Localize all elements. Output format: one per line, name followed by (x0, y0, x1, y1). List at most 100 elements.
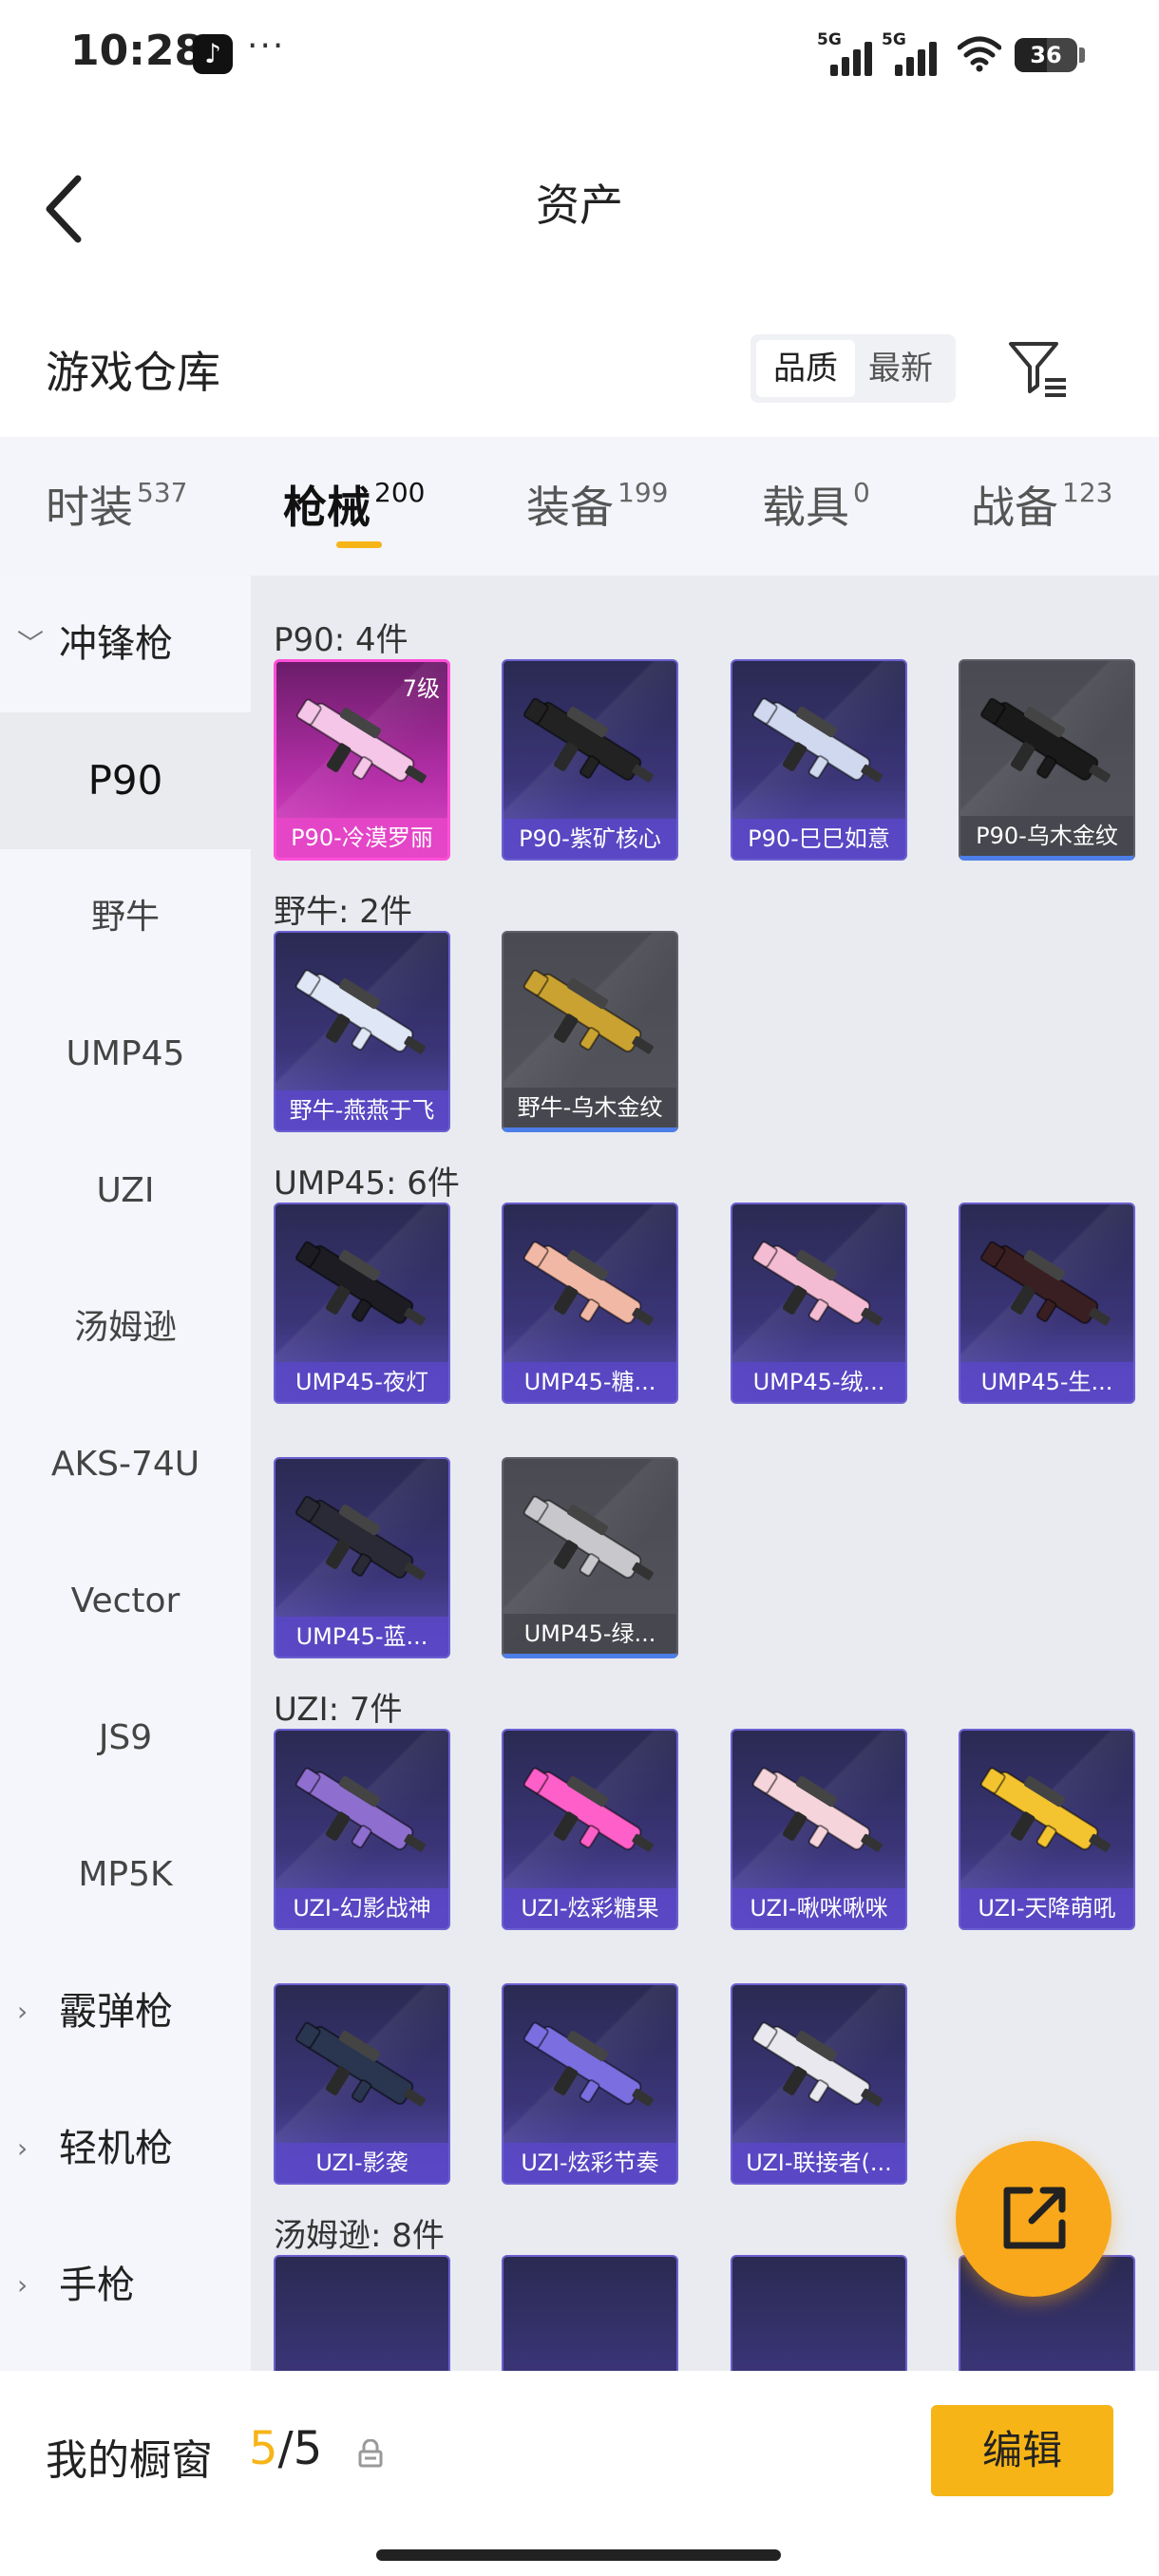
sort-newest-button[interactable]: 最新 (851, 340, 950, 397)
sidebar-group-shotgun[interactable]: › 霰弹枪 (0, 1943, 251, 2080)
weapon-card[interactable]: P90-巳巳如意 (731, 659, 907, 861)
section-title: P90: 4件 (274, 621, 408, 659)
sidebar-item-vector[interactable]: Vector (0, 1533, 251, 1670)
weapon-card[interactable]: P90-紫矿核心 (502, 659, 678, 861)
showcase-separator: / (277, 2422, 294, 2475)
tab-outfits[interactable]: 时装 537 (46, 473, 187, 549)
weapon-name: UZI-天降萌吼 (960, 1888, 1133, 1928)
weapon-card[interactable]: 7级 P90-冷漠罗丽 (274, 659, 450, 861)
section-title: UZI: 7件 (274, 1691, 403, 1729)
showcase-count: 5/5 (249, 2422, 322, 2475)
section-title: UMP45: 6件 (274, 1165, 460, 1203)
home-indicator[interactable] (376, 2549, 781, 2561)
weapon-image-icon (522, 697, 654, 783)
sidebar-item-p90[interactable]: P90 (0, 712, 251, 849)
sort-quality-button[interactable]: 品质 (756, 340, 855, 397)
tab-label: 战备 (971, 482, 1058, 533)
weapon-card[interactable]: UMP45-夜灯 (274, 1203, 450, 1404)
weapon-image-icon (751, 1241, 883, 1326)
weapon-card[interactable]: 野牛-乌木金纹 (502, 931, 678, 1132)
weapon-card[interactable]: UZI-联接者(... (731, 1983, 907, 2185)
sidebar-group-label: 手枪 (59, 2263, 135, 2307)
weapon-card[interactable] (731, 2255, 907, 2371)
external-link-icon (1003, 2187, 1066, 2249)
weapon-name: UZI-影袭 (276, 2143, 448, 2183)
sidebar-item-ump45[interactable]: UMP45 (0, 986, 251, 1123)
sidebar-group-label: 轻机枪 (59, 2127, 173, 2170)
tab-equipment[interactable]: 装备 199 (526, 473, 668, 549)
weapon-name: UMP45-绒... (732, 1362, 905, 1402)
weapon-name: UZI-啾咪啾咪 (732, 1888, 905, 1928)
tab-label: 载具 (762, 482, 849, 533)
cellular-signal-icon-2: 5G (882, 30, 958, 76)
weapon-card[interactable] (502, 2255, 678, 2371)
showcase-current: 5 (249, 2422, 278, 2475)
battery-icon: 36 (1015, 38, 1077, 72)
weapon-card[interactable]: P90-乌木金纹 (959, 659, 1135, 861)
weapon-type-sidebar: ﹀ 冲锋枪 P90 野牛 UMP45 UZI 汤姆逊 AKS-74U Vecto… (0, 576, 251, 2371)
sidebar-group-smg[interactable]: ﹀ 冲锋枪 (0, 576, 251, 712)
app-header: 资产 (0, 123, 1159, 285)
weapon-card[interactable]: UZI-炫彩糖果 (502, 1729, 678, 1930)
weapon-card[interactable]: UMP45-生... (959, 1203, 1135, 1404)
tab-gear[interactable]: 战备 123 (971, 473, 1112, 549)
sort-toggle: 品质 最新 (750, 334, 956, 403)
weapon-card[interactable]: UZI-影袭 (274, 1983, 450, 2185)
tab-count: 199 (618, 477, 669, 508)
chevron-down-icon: ﹀ (17, 628, 45, 659)
weapon-image-icon (294, 1495, 426, 1581)
weapon-card[interactable]: UZI-天降萌吼 (959, 1729, 1135, 1930)
tab-count: 0 (853, 477, 870, 508)
weapon-card[interactable]: 野牛-燕燕于飞 (274, 931, 450, 1132)
sidebar-item-mp5k[interactable]: MP5K (0, 1807, 251, 1943)
showcase-total: 5 (293, 2422, 323, 2475)
weapon-card[interactable]: UZI-啾咪啾咪 (731, 1729, 907, 1930)
tab-label: 枪械 (283, 482, 370, 533)
weapon-name: P90-乌木金纹 (960, 816, 1133, 856)
lock-icon (358, 2439, 383, 2468)
weapon-card[interactable]: UMP45-绒... (731, 1203, 907, 1404)
sidebar-item-uzi[interactable]: UZI (0, 1123, 251, 1260)
sidebar-group-label: 冲锋枪 (59, 622, 173, 666)
weapon-image-icon (294, 969, 426, 1054)
weapon-name: UZI-炫彩节奏 (504, 2143, 676, 2183)
battery-tip (1079, 47, 1085, 63)
tab-vehicles[interactable]: 载具 0 (762, 473, 870, 549)
weapon-card[interactable]: UMP45-糖... (502, 1203, 678, 1404)
sidebar-item-js9[interactable]: JS9 (0, 1670, 251, 1807)
filter-list-icon[interactable] (1007, 338, 1070, 401)
weapon-name: 野牛-燕燕于飞 (276, 1090, 448, 1130)
tab-label: 时装 (46, 482, 133, 533)
weapon-image-icon (294, 1241, 426, 1326)
weapon-name: UMP45-糖... (504, 1362, 676, 1402)
battery-level: 36 (1030, 42, 1062, 68)
chevron-right-icon: › (17, 2269, 28, 2301)
weapon-name: UZI-幻影战神 (276, 1888, 448, 1928)
weapon-image-icon (294, 2021, 426, 2107)
sidebar-item-bison[interactable]: 野牛 (0, 849, 251, 986)
tiktok-icon: ♪ (193, 34, 233, 74)
weapon-image-icon (522, 1767, 654, 1852)
tab-count: 537 (137, 477, 188, 508)
weapon-image-icon (751, 2021, 883, 2107)
edit-button[interactable]: 编辑 (931, 2405, 1113, 2496)
weapon-card[interactable]: UZI-炫彩节奏 (502, 1983, 678, 2185)
sidebar-item-thompson[interactable]: 汤姆逊 (0, 1260, 251, 1396)
showcase-bar: 我的橱窗 5/5 编辑 (0, 2371, 1159, 2576)
section-title: 野牛: 2件 (274, 893, 412, 931)
showcase-label: 我的橱窗 (46, 2436, 213, 2485)
weapon-card[interactable]: UZI-幻影战神 (274, 1729, 450, 1930)
weapon-card[interactable]: UMP45-蓝... (274, 1457, 450, 1658)
weapon-image-icon (294, 1767, 426, 1852)
weapon-card[interactable] (274, 2255, 450, 2371)
weapon-name: UMP45-绿... (504, 1614, 676, 1654)
sidebar-group-pistol[interactable]: › 手枪 (0, 2217, 251, 2354)
category-tabs: 时装 537 枪械 200 装备 199 载具 0 战备 123 (0, 437, 1159, 576)
weapon-card[interactable]: UMP45-绿... (502, 1457, 678, 1658)
tab-weapons[interactable]: 枪械 200 (283, 473, 425, 549)
sidebar-group-lmg[interactable]: › 轻机枪 (0, 2080, 251, 2217)
sidebar-item-aks74u[interactable]: AKS-74U (0, 1396, 251, 1533)
share-fab-button[interactable] (956, 2141, 1112, 2297)
weapon-image-icon (522, 2021, 654, 2107)
page-title: 资产 (536, 180, 623, 231)
